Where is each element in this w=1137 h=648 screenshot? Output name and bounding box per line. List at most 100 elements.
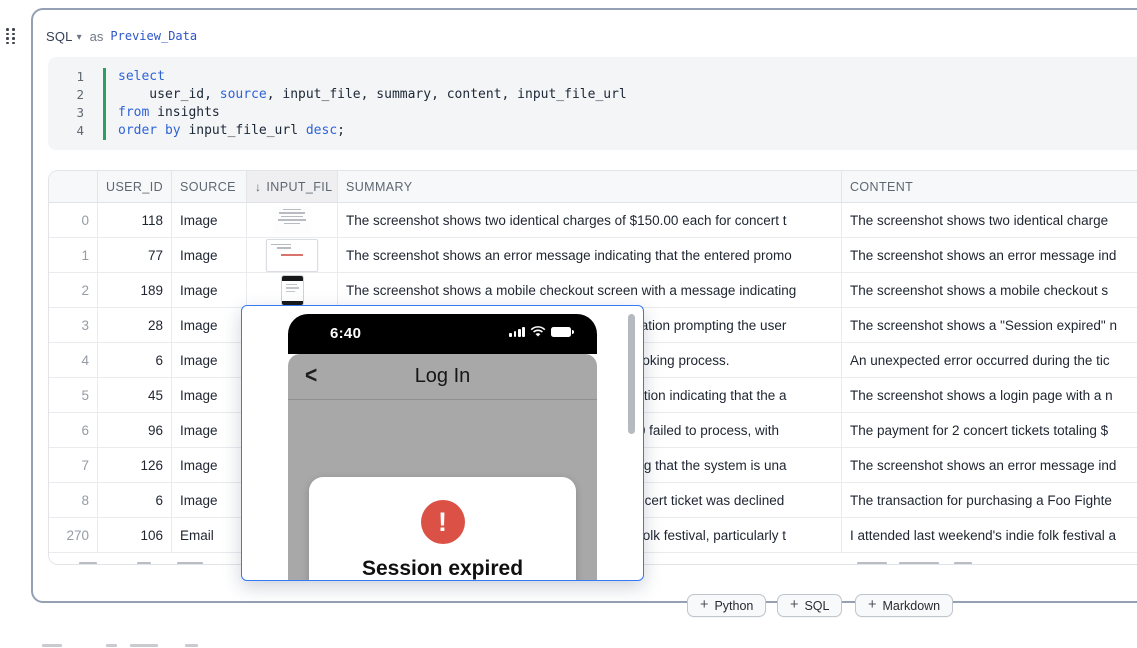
clipped-next-cell-text (106, 644, 117, 647)
cell-user-id[interactable]: 189 (98, 273, 172, 307)
result-variable-name[interactable]: Preview_Data (110, 29, 197, 43)
table-row[interactable]: 1 77 Image The screenshot shows an error me… (49, 238, 1137, 273)
cell-source[interactable]: Image (172, 203, 247, 237)
wifi-icon (530, 326, 546, 337)
cell-user-id[interactable]: 28 (98, 308, 172, 342)
cell-source[interactable]: Image (172, 273, 247, 307)
cell-source[interactable]: Image (172, 448, 247, 482)
line-number: 3 (76, 105, 84, 120)
table-row[interactable]: 0 118 Image The screenshot shows two identi… (49, 203, 1137, 238)
cell-user-id[interactable]: 6 (98, 483, 172, 517)
clipped-next-cell-text (42, 644, 62, 647)
cell-content[interactable]: An unexpected error occurred during the … (842, 343, 1137, 377)
code-line[interactable]: 1 select (48, 68, 1137, 86)
header-user-id[interactable]: USER_ID (98, 171, 172, 202)
cell-content[interactable]: The screenshot shows an error message in… (842, 238, 1137, 272)
header-summary[interactable]: SUMMARY (338, 171, 842, 202)
add-markdown-cell-button[interactable]: + Markdown (855, 594, 954, 617)
cell-content[interactable]: I attended last weekend's indie folk fes… (842, 518, 1137, 552)
add-python-cell-button[interactable]: + Python (687, 594, 767, 617)
receipt-thumbnail[interactable] (273, 206, 311, 234)
cell-source[interactable]: Image (172, 238, 247, 272)
cell-input-file[interactable] (247, 203, 338, 237)
login-sheet: < Log In ! Session expired Please log in… (288, 354, 597, 580)
cell-user-id[interactable]: 118 (98, 203, 172, 237)
cell-content[interactable]: The screenshot shows an error message in… (842, 448, 1137, 482)
cell-user-id[interactable]: 106 (98, 518, 172, 552)
cell-index[interactable]: 8 (49, 483, 98, 517)
cell-source[interactable]: Email (172, 518, 247, 552)
code-text: from insights (118, 105, 220, 120)
cell-index[interactable]: 3 (49, 308, 98, 342)
cell-user-id[interactable]: 45 (98, 378, 172, 412)
clipped-next-cell-text (130, 644, 158, 647)
cell-content[interactable]: The screenshot shows a mobile checkout s (842, 273, 1137, 307)
plus-icon: + (868, 597, 877, 613)
cell-content[interactable]: The transaction for purchasing a Foo Fig… (842, 483, 1137, 517)
cell-user-id[interactable]: 126 (98, 448, 172, 482)
cell-index[interactable]: 6 (49, 413, 98, 447)
line-number: 2 (76, 87, 84, 102)
cell-input-file[interactable] (247, 238, 338, 272)
cell-content[interactable]: The payment for 2 concert tickets totali… (842, 413, 1137, 447)
phone-nav-title: Log In (414, 365, 471, 387)
gutter-indicator (103, 68, 106, 86)
chevron-down-icon[interactable]: ▾ (77, 32, 82, 43)
gutter-indicator (103, 104, 106, 122)
add-sql-cell-button[interactable]: + SQL (777, 594, 843, 617)
cell-index[interactable]: 0 (49, 203, 98, 237)
cell-index[interactable]: 7 (49, 448, 98, 482)
plus-icon: + (700, 597, 709, 613)
error-card-thumbnail[interactable] (266, 238, 318, 272)
alert-title: Session expired (361, 557, 524, 580)
cell-summary[interactable]: The screenshot shows an error message in… (338, 238, 842, 272)
cell-user-id[interactable]: 6 (98, 343, 172, 377)
cell-source[interactable]: Image (172, 308, 247, 342)
cell-source[interactable]: Image (172, 378, 247, 412)
header-source[interactable]: SOURCE (172, 171, 247, 202)
code-line[interactable]: 3 from insights (48, 104, 1137, 122)
cell-header: SQL ▾ as Preview_Data (46, 27, 197, 45)
header-content[interactable]: CONTENT (842, 171, 1137, 202)
cell-index[interactable]: 2 (49, 273, 98, 307)
line-number: 1 (76, 69, 84, 84)
cell-user-id[interactable]: 96 (98, 413, 172, 447)
table-row[interactable]: 2 189 Image The screenshot shows a mobile c… (49, 273, 1137, 308)
cell-drag-handle-icon[interactable] (6, 28, 16, 44)
phone-nav-bar: < Log In (288, 354, 597, 400)
cell-summary[interactable]: The screenshot shows a mobile checkout s… (338, 273, 842, 307)
cell-user-id[interactable]: 77 (98, 238, 172, 272)
phone-screenshot-preview: 6:40 < Log In ! Session expired (288, 314, 597, 580)
cell-index[interactable]: 270 (49, 518, 98, 552)
cell-content[interactable]: The screenshot shows two identical charg… (842, 203, 1137, 237)
code-line[interactable]: 2 user_id, source, input_file, summary, … (48, 86, 1137, 104)
cell-source[interactable]: Image (172, 343, 247, 377)
plus-icon: + (790, 597, 799, 613)
sort-desc-arrow-icon: ↓ (255, 179, 262, 194)
cellular-signal-icon (509, 327, 525, 337)
cell-source[interactable]: Image (172, 413, 247, 447)
cell-input-file[interactable] (247, 273, 338, 307)
sql-code-editor[interactable]: 1 select 2 user_id, source, input_file, su… (48, 57, 1137, 150)
add-cell-button-label: Python (714, 598, 754, 613)
cell-content[interactable]: The screenshot shows a login page with a… (842, 378, 1137, 412)
cell-type-dropdown[interactable]: SQL (46, 29, 73, 44)
alert-exclamation-icon: ! (420, 500, 465, 544)
code-line[interactable]: 4 order by input_file_url desc; (48, 122, 1137, 140)
cell-index[interactable]: 5 (49, 378, 98, 412)
cell-index[interactable]: 4 (49, 343, 98, 377)
session-expired-card: ! Session expired Please log in again. (309, 477, 576, 580)
cell-content[interactable]: The screenshot shows a "Session expired"… (842, 308, 1137, 342)
clipped-next-cell-text (185, 644, 198, 647)
popup-scrollbar[interactable] (628, 314, 635, 434)
cell-source[interactable]: Image (172, 483, 247, 517)
add-cell-button-label: SQL (804, 598, 830, 613)
phone-thumbnail[interactable] (280, 274, 304, 306)
code-text: select (118, 69, 165, 84)
header-input-file[interactable]: ↓ INPUT_FIL (247, 171, 338, 202)
header-index[interactable] (49, 171, 98, 202)
cell-index[interactable]: 1 (49, 238, 98, 272)
input-file-preview-popup: 6:40 < Log In ! Session expired (241, 305, 644, 581)
cell-summary[interactable]: The screenshot shows two identical charg… (338, 203, 842, 237)
as-label: as (89, 28, 104, 44)
